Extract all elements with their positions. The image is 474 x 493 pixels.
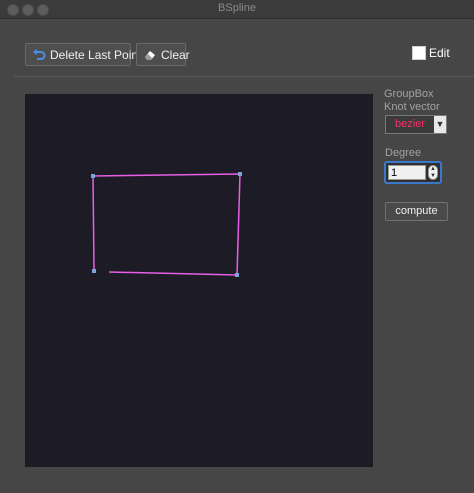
- control-point[interactable]: [92, 269, 96, 273]
- toolbar-separator: [14, 76, 474, 77]
- drawing-canvas[interactable]: [25, 94, 373, 467]
- delete-last-point-label: Delete Last Point: [50, 47, 142, 62]
- curve-plot: [91, 172, 242, 277]
- curve-segment: [92, 175, 95, 271]
- delete-last-point-button[interactable]: Delete Last Point: [25, 43, 141, 66]
- degree-label: Degree: [385, 147, 422, 159]
- control-point[interactable]: [235, 273, 239, 277]
- degree-spinbox[interactable]: 1 ▲ ▼: [384, 161, 442, 184]
- knot-vector-select[interactable]: bezier ▼: [385, 115, 447, 134]
- edit-checkbox[interactable]: [412, 46, 426, 60]
- control-point[interactable]: [91, 174, 95, 178]
- knot-vector-label: Knot vector: [384, 101, 440, 113]
- clear-button[interactable]: Clear: [136, 43, 190, 66]
- control-point[interactable]: [238, 172, 242, 176]
- dropdown-arrow-icon[interactable]: ▼: [434, 116, 446, 133]
- control-polygon: [92, 173, 241, 276]
- stepper-icon[interactable]: ▲ ▼: [428, 165, 438, 180]
- groupbox-title: GroupBox: [384, 88, 434, 100]
- knot-vector-value: bezier: [386, 116, 434, 133]
- title-bar: BSpline: [0, 0, 474, 19]
- window-title: BSpline: [218, 2, 256, 14]
- degree-input[interactable]: 1: [388, 165, 426, 180]
- edit-label: Edit: [429, 46, 450, 60]
- eraser-icon: [143, 48, 157, 62]
- clear-label: Clear: [161, 47, 190, 62]
- undo-icon: [32, 48, 46, 62]
- compute-button[interactable]: compute: [385, 202, 448, 221]
